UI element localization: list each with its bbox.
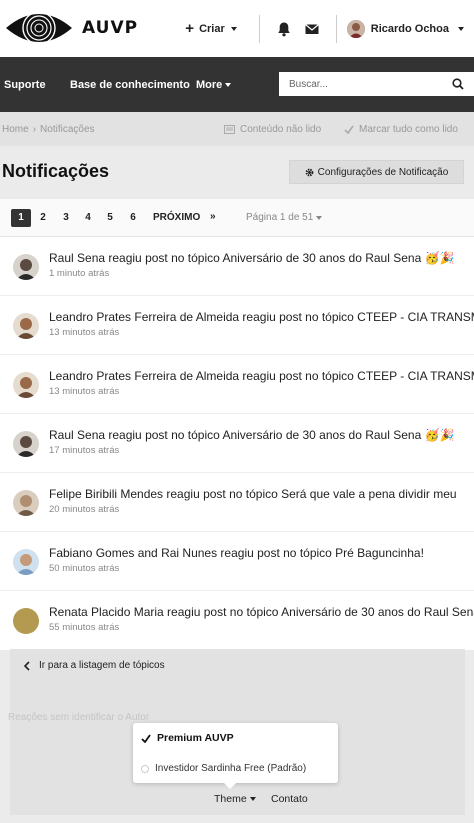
notification-text: Fabiano Gomes and Rai Nunes reagiu post …: [49, 546, 424, 560]
nav-item-knowledge-base[interactable]: Base de conhecimento: [70, 79, 190, 91]
nav-item-more[interactable]: More: [196, 79, 232, 91]
chevron-left-icon: [23, 660, 30, 671]
mark-all-read-label: Marcar tudo como lido: [359, 124, 458, 135]
page-1-button[interactable]: 1: [11, 209, 31, 227]
radio-icon: [141, 764, 149, 773]
notification-item[interactable]: Fabiano Gomes and Rai Nunes reagiu post …: [0, 532, 474, 591]
notification-time: 55 minutos atrás: [49, 622, 120, 633]
create-menu-button[interactable]: + Criar: [185, 20, 237, 37]
avatar: [13, 431, 39, 457]
page-info-label: Página 1 de 51: [246, 212, 314, 223]
page-6-button[interactable]: 6: [123, 209, 143, 227]
avatar: [13, 549, 39, 575]
notification-item[interactable]: Renata Placido Maria reagiu post no tópi…: [0, 591, 474, 650]
notification-item[interactable]: Leandro Prates Ferreira de Almeida reagi…: [0, 296, 474, 355]
breadcrumb-trail: Home › Notificações: [2, 124, 95, 135]
nav-item-suporte[interactable]: Suporte: [4, 79, 46, 91]
page-jump-dropdown[interactable]: Página 1 de 51: [246, 212, 323, 223]
page-5-button[interactable]: 5: [100, 209, 120, 227]
notification-time: 13 minutos atrás: [49, 327, 120, 338]
nav-more-label: More: [196, 79, 223, 91]
page-2-button[interactable]: 2: [33, 209, 53, 227]
next-page-button[interactable]: PRÓXIMO: [153, 212, 200, 223]
notification-item[interactable]: Felipe Biribili Mendes reagiu post no tó…: [0, 473, 474, 532]
notification-time: 17 minutos atrás: [49, 445, 120, 456]
chevron-down-icon: [458, 26, 464, 31]
site-header: AUVP + Criar Ricardo Ochoa: [0, 0, 474, 57]
unread-content-label: Conteúdo não lido: [240, 124, 322, 135]
avatar: [13, 608, 39, 634]
avatar: [13, 372, 39, 398]
check-icon: [344, 125, 354, 134]
back-to-topics-label: Ir para a listagem de tópicos: [39, 660, 165, 671]
brand-name: AUVP: [82, 18, 139, 38]
notification-item[interactable]: Leandro Prates Ferreira de Almeida reagi…: [0, 355, 474, 414]
bell-icon[interactable]: [276, 21, 292, 37]
avatar: [13, 490, 39, 516]
notification-text: Leandro Prates Ferreira de Almeida reagi…: [49, 369, 474, 383]
theme-option-free[interactable]: Investidor Sardinha Free (Padrão): [141, 763, 306, 774]
notification-time: 50 minutos atrás: [49, 563, 120, 574]
chevron-down-icon: [230, 26, 237, 31]
notification-text: Raul Sena reagiu post no tópico Aniversá…: [49, 251, 455, 265]
notification-settings-button[interactable]: Configurações de Notificação: [289, 160, 464, 184]
unread-content-link[interactable]: Conteúdo não lido: [224, 124, 321, 135]
theme-option-premium[interactable]: Premium AUVP: [141, 732, 234, 744]
user-name: Ricardo Ochoa: [370, 22, 449, 35]
breadcrumb-current: Notificações: [40, 124, 95, 135]
faint-footer-text: Reações sem identificar o Autor: [8, 712, 150, 723]
notification-item[interactable]: Raul Sena reagiu post no tópico Aniversá…: [0, 414, 474, 473]
notification-text: Leandro Prates Ferreira de Almeida reagi…: [49, 310, 474, 324]
envelope-icon[interactable]: [304, 21, 320, 37]
contact-link[interactable]: Contato: [271, 793, 308, 805]
theme-menu: Premium AUVP Investidor Sardinha Free (P…: [133, 723, 338, 789]
page-4-button[interactable]: 4: [78, 209, 98, 227]
breadcrumb: Home › Notificações Conteúdo não lido Marc…: [0, 112, 474, 146]
menu-pointer: [223, 782, 237, 789]
avatar: [13, 313, 39, 339]
page-3-button[interactable]: 3: [56, 209, 76, 227]
theme-option-label: Investidor Sardinha Free (Padrão): [155, 763, 307, 774]
notification-text: Felipe Biribili Mendes reagiu post no tó…: [49, 487, 457, 501]
pagination: 1 2 3 4 5 6 PRÓXIMO » Página 1 de 51: [0, 199, 474, 237]
avatar: [346, 19, 365, 38]
avatar: [13, 254, 39, 280]
chevron-down-icon: [249, 797, 256, 801]
site-logo[interactable]: AUVP: [4, 6, 138, 50]
newspaper-icon: [224, 125, 235, 134]
notification-time: 20 minutos atrás: [49, 504, 120, 515]
chevron-down-icon: [225, 83, 232, 87]
eye-logo-icon: [6, 11, 72, 45]
search-input[interactable]: [279, 72, 439, 96]
back-to-topics-link[interactable]: Ir para a listagem de tópicos: [23, 660, 165, 671]
header-actions: + Criar Ricardo Ochoa: [185, 0, 464, 57]
search-icon[interactable]: [452, 78, 464, 90]
notification-settings-label: Configurações de Notificação: [317, 166, 449, 178]
search-box: [279, 72, 474, 96]
theme-option-label: Premium AUVP: [157, 732, 234, 744]
user-menu[interactable]: Ricardo Ochoa: [346, 19, 464, 38]
create-label: Criar: [199, 22, 225, 35]
mark-all-read-link[interactable]: Marcar tudo como lido: [344, 124, 458, 135]
notification-time: 1 minuto atrás: [49, 268, 110, 279]
notification-list: Raul Sena reagiu post no tópico Aniversá…: [0, 237, 474, 650]
divider: [258, 14, 260, 43]
page-header: Notificações Configurações de Notificaçã…: [0, 146, 474, 199]
notification-item[interactable]: Raul Sena reagiu post no tópico Aniversá…: [0, 237, 474, 296]
check-icon: [141, 733, 151, 743]
chevron-down-icon: [316, 215, 323, 220]
notification-text: Raul Sena reagiu post no tópico Aniversá…: [49, 428, 455, 442]
breadcrumb-home[interactable]: Home: [2, 124, 29, 135]
theme-label: Theme: [214, 793, 247, 805]
theme-selector[interactable]: Theme: [214, 793, 256, 805]
plus-icon: +: [185, 20, 195, 37]
divider: [335, 14, 337, 43]
notification-text: Renata Placido Maria reagiu post no tópi…: [49, 605, 474, 619]
notification-time: 13 minutos atrás: [49, 386, 120, 397]
breadcrumb-separator: ›: [32, 124, 37, 135]
page-title: Notificações: [2, 161, 110, 181]
last-page-button[interactable]: »: [210, 211, 216, 222]
gear-icon: [305, 168, 314, 176]
